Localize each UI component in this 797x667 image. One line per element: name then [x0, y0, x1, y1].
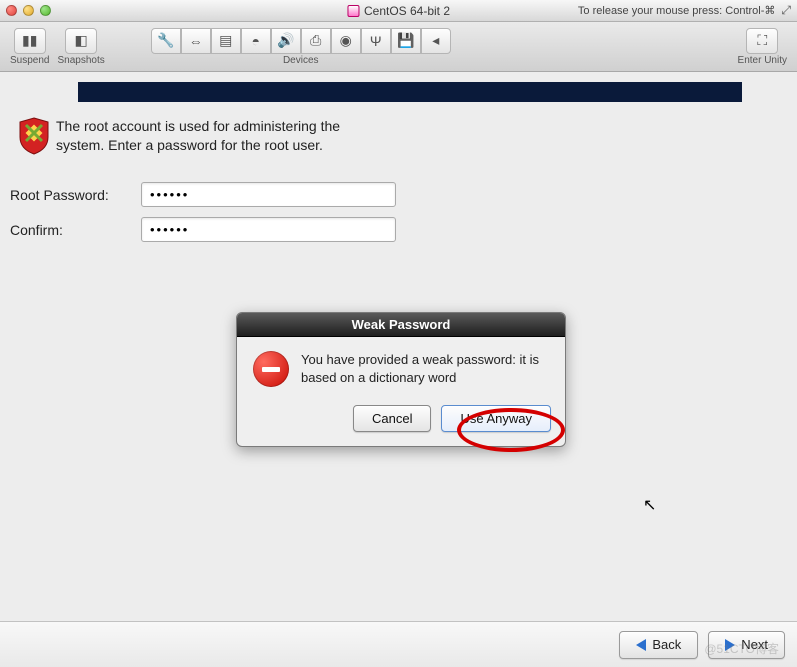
arrow-left-icon [636, 639, 646, 651]
cd-icon: ◓ [252, 33, 260, 49]
window-title-right: To release your mouse press: Control-⌘ ⤢ [578, 3, 791, 18]
intro-text: The root account is used for administeri… [56, 117, 366, 155]
confirm-password-label: Confirm: [10, 222, 135, 238]
suspend-group: ▮▮ Suspend [10, 28, 49, 66]
snapshots-label: Snapshots [57, 55, 104, 66]
devices-label: Devices [283, 55, 319, 66]
enter-unity-label: Enter Unity [738, 55, 787, 66]
device-sound-button[interactable]: 🔊 [271, 28, 301, 54]
dialog-title: Weak Password [237, 313, 565, 337]
weak-password-dialog: Weak Password You have provided a weak p… [236, 312, 566, 447]
close-window-button[interactable] [6, 5, 17, 16]
dialog-body: You have provided a weak password: it is… [237, 337, 565, 395]
cancel-button[interactable]: Cancel [353, 405, 431, 432]
snapshots-group: ◧ Snapshots [57, 28, 104, 66]
hdd-icon: ▤ [219, 32, 232, 49]
window-titlebar: CentOS 64-bit 2 To release your mouse pr… [0, 0, 797, 22]
dialog-message: You have provided a weak password: it is… [301, 351, 549, 387]
pause-icon: ▮▮ [22, 32, 37, 49]
device-floppy-button[interactable]: 💾 [391, 28, 421, 54]
error-icon [253, 351, 289, 387]
camera2-icon: ◉ [340, 32, 352, 49]
device-settings-button[interactable]: 🔧 [151, 28, 181, 54]
printer-icon: ⎙ [310, 32, 321, 49]
mouse-cursor: ↖ [643, 495, 656, 515]
toolbar: ▮▮ Suspend ◧ Snapshots 🔧 ⇔ ▤ ◓ 🔊 ⎙ ◉ Ψ 💾… [0, 22, 797, 72]
minimize-window-button[interactable] [23, 5, 34, 16]
shield-icon [18, 117, 50, 155]
traffic-lights [6, 5, 51, 16]
sound-icon: 🔊 [277, 32, 294, 49]
devices-row: 🔧 ⇔ ▤ ◓ 🔊 ⎙ ◉ Ψ 💾 ◂ [151, 28, 451, 54]
enter-unity-button[interactable]: ⛶ [746, 28, 778, 54]
next-button[interactable]: Next [708, 631, 785, 659]
device-network-button[interactable]: ⇔ [181, 28, 211, 54]
root-password-input[interactable] [141, 182, 396, 207]
snapshots-button[interactable]: ◧ [65, 28, 97, 54]
back-button[interactable]: Back [619, 631, 698, 659]
enter-unity-group: ⛶ Enter Unity [738, 28, 787, 66]
window-title-group: CentOS 64-bit 2 [347, 4, 450, 18]
confirm-password-input[interactable] [141, 217, 396, 242]
devices-group: 🔧 ⇔ ▤ ◓ 🔊 ⎙ ◉ Ψ 💾 ◂ Devices [151, 28, 451, 66]
device-back-button[interactable]: ◂ [421, 28, 451, 54]
root-password-label: Root Password: [10, 187, 135, 203]
use-anyway-button[interactable]: Use Anyway [441, 405, 551, 432]
confirm-password-row: Confirm: [10, 217, 396, 242]
device-printer-button[interactable]: ⎙ [301, 28, 331, 54]
root-password-row: Root Password: [10, 182, 396, 207]
wrench-icon: 🔧 [157, 32, 174, 49]
back-label: Back [652, 637, 681, 652]
release-mouse-hint: To release your mouse press: Control-⌘ [578, 4, 775, 17]
footer-nav: Back Next [0, 621, 797, 667]
usb-icon: Ψ [370, 33, 382, 49]
device-camera-button[interactable]: ◉ [331, 28, 361, 54]
device-usb-button[interactable]: Ψ [361, 28, 391, 54]
suspend-button[interactable]: ▮▮ [14, 28, 46, 54]
arrow-right-icon [725, 639, 735, 651]
progress-banner [78, 82, 742, 102]
next-label: Next [741, 637, 768, 652]
zoom-window-button[interactable] [40, 5, 51, 16]
dialog-actions: Cancel Use Anyway [237, 395, 565, 446]
device-cdrom-button[interactable]: ◓ [241, 28, 271, 54]
chevron-left-icon: ◂ [432, 32, 439, 49]
window-title: CentOS 64-bit 2 [364, 4, 450, 18]
installer-content: The root account is used for administeri… [0, 72, 797, 667]
fullscreen-icon: ⛶ [757, 32, 767, 49]
device-harddisk-button[interactable]: ▤ [211, 28, 241, 54]
camera-icon: ◧ [74, 32, 87, 49]
vm-icon [347, 5, 359, 17]
suspend-label: Suspend [10, 55, 49, 66]
network-icon: ⇔ [189, 33, 203, 49]
floppy-icon: 💾 [397, 32, 414, 49]
expand-icon[interactable]: ⤢ [781, 3, 791, 18]
